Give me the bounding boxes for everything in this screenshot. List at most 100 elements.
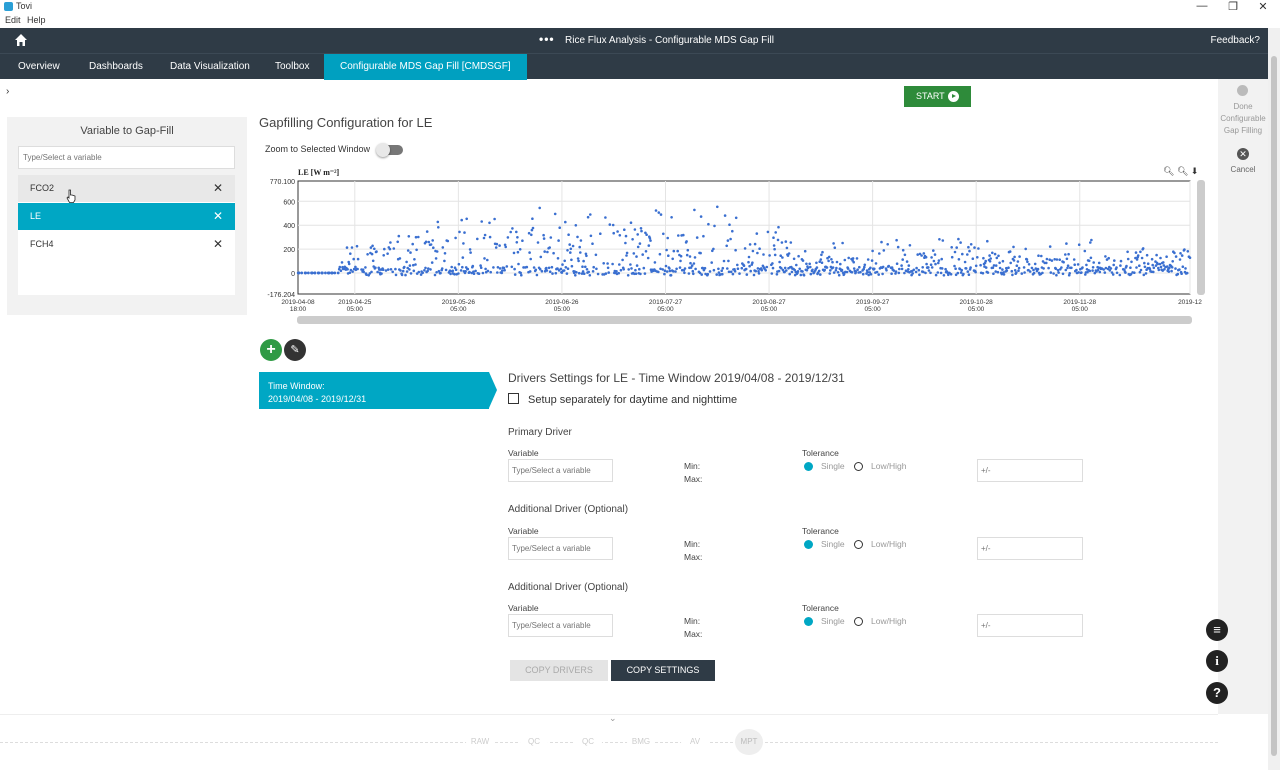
help-icon[interactable]: ?	[1206, 682, 1228, 704]
low-high-radio[interactable]	[854, 617, 863, 626]
data-point	[827, 259, 830, 263]
data-point	[639, 227, 643, 230]
data-point	[612, 231, 615, 235]
info-icon[interactable]: i	[1206, 650, 1228, 672]
tab-dashboards[interactable]: Dashboards	[87, 54, 145, 80]
data-point	[682, 233, 685, 237]
variable-item-fch4[interactable]: FCH4 ✕	[18, 231, 235, 258]
data-point	[1077, 243, 1081, 246]
variable-search-input[interactable]	[18, 146, 235, 169]
done-configurable-gap-filling-label[interactable]: Done Configurable Gap Filling	[1218, 101, 1268, 137]
home-icon[interactable]	[14, 33, 28, 47]
data-point	[330, 271, 334, 275]
day-night-checkbox[interactable]	[508, 393, 519, 404]
data-point	[912, 268, 916, 272]
edit-time-window-button[interactable]: ✎	[284, 339, 306, 361]
tab-data-visualization[interactable]: Data Visualization	[168, 54, 252, 80]
tolerance-input[interactable]	[977, 614, 1083, 637]
add-time-window-button[interactable]: +	[260, 339, 282, 361]
pipeline-step-bmg[interactable]: BMG	[627, 729, 655, 755]
single-radio[interactable]	[804, 462, 813, 471]
copy-drivers-button[interactable]: COPY DRIVERS	[510, 660, 608, 681]
data-point	[1023, 271, 1026, 274]
pipeline-step-qc-2[interactable]: QC	[574, 729, 602, 755]
single-radio[interactable]	[804, 617, 813, 626]
variable-item-fco2[interactable]: FCO2 ✕	[18, 175, 235, 202]
data-point	[627, 268, 630, 271]
data-point	[1088, 269, 1092, 273]
more-menu-icon[interactable]: •••	[539, 32, 555, 46]
remove-variable-icon[interactable]: ✕	[213, 231, 223, 258]
remove-variable-icon[interactable]: ✕	[213, 203, 223, 230]
cancel-label[interactable]: Cancel	[1218, 165, 1268, 174]
cancel-icon[interactable]: ✕	[1237, 148, 1249, 160]
low-high-radio[interactable]	[854, 540, 863, 549]
tolerance-input[interactable]	[977, 537, 1083, 560]
additional-driver-1-variable-input[interactable]	[508, 537, 613, 560]
data-point	[1037, 254, 1040, 257]
pipeline-step-mpt[interactable]: MPT	[735, 729, 763, 755]
copy-settings-button[interactable]: COPY SETTINGS	[611, 660, 715, 681]
menu-edit[interactable]: Edit	[5, 15, 21, 25]
zoom-to-window-toggle[interactable]	[376, 143, 403, 157]
start-button[interactable]: START	[904, 86, 971, 107]
close-window-button[interactable]: ✕	[1248, 0, 1278, 13]
tab-overview[interactable]: Overview	[16, 54, 62, 80]
x-tick-time-label: 05:00	[554, 306, 571, 313]
tab-toolbox[interactable]: Toolbox	[273, 54, 311, 80]
data-point	[365, 273, 368, 276]
chart-horizontal-scrollbar[interactable]	[297, 316, 1192, 324]
data-point	[310, 271, 314, 275]
low-high-label: Low/High	[871, 461, 907, 471]
data-point	[579, 239, 583, 242]
pipeline-step-raw[interactable]: RAW	[466, 729, 494, 755]
le-timeseries-chart[interactable]: 770.100 600 400 200 0 -176.204 2019-04-08 18:00…	[260, 162, 1210, 332]
data-point	[366, 253, 369, 256]
data-point	[1060, 266, 1063, 269]
additional-driver-2-variable-input[interactable]	[508, 614, 613, 637]
expand-sidebar-icon[interactable]: ›	[6, 86, 9, 97]
x-tick-time-label: 05:00	[657, 306, 674, 313]
primary-driver-variable-input[interactable]	[508, 459, 613, 482]
feedback-link[interactable]: Feedback?	[1211, 35, 1260, 46]
data-point	[1041, 271, 1044, 275]
notes-icon[interactable]: ≡	[1206, 619, 1228, 641]
data-point	[349, 252, 352, 255]
tab-configurable-mds-gap-fill[interactable]: Configurable MDS Gap Fill [CMDSGF]	[324, 54, 527, 80]
restore-button[interactable]: ❐	[1218, 0, 1248, 13]
page-scrollbar[interactable]	[1268, 28, 1280, 770]
data-point	[1061, 272, 1065, 276]
data-point	[615, 270, 618, 273]
data-point	[622, 268, 625, 271]
data-point	[886, 243, 889, 246]
pipeline-step-av[interactable]: AV	[681, 729, 709, 755]
time-window-card[interactable]: Time Window: 2019/04/08 - 2019/12/31	[259, 372, 497, 409]
single-radio[interactable]	[804, 540, 813, 549]
remove-variable-icon[interactable]: ✕	[213, 175, 223, 202]
data-point	[960, 268, 963, 272]
data-point	[1040, 254, 1043, 258]
data-point	[1119, 259, 1123, 263]
data-point	[494, 246, 498, 249]
pipeline-step-qc[interactable]: QC	[520, 729, 548, 755]
data-point	[821, 250, 824, 254]
done-check-icon[interactable]	[1237, 85, 1248, 96]
data-point	[350, 246, 354, 249]
chart-vertical-scrollbar[interactable]	[1197, 180, 1205, 295]
low-high-radio[interactable]	[854, 462, 863, 471]
data-point	[381, 268, 385, 271]
scrollbar-thumb[interactable]	[1271, 56, 1277, 756]
minimize-button[interactable]: —	[1187, 0, 1217, 12]
data-point	[493, 217, 496, 221]
data-point	[1112, 263, 1115, 267]
menu-help[interactable]: Help	[27, 15, 46, 25]
variable-item-le[interactable]: LE ✕	[18, 203, 235, 230]
data-point	[1085, 263, 1088, 267]
tolerance-input[interactable]	[977, 459, 1083, 482]
data-point	[463, 231, 466, 234]
collapse-chevron-icon[interactable]: ⌄	[609, 713, 617, 724]
data-point	[967, 273, 971, 276]
data-point	[792, 257, 796, 261]
data-point	[1162, 261, 1165, 264]
data-point	[1179, 252, 1182, 255]
